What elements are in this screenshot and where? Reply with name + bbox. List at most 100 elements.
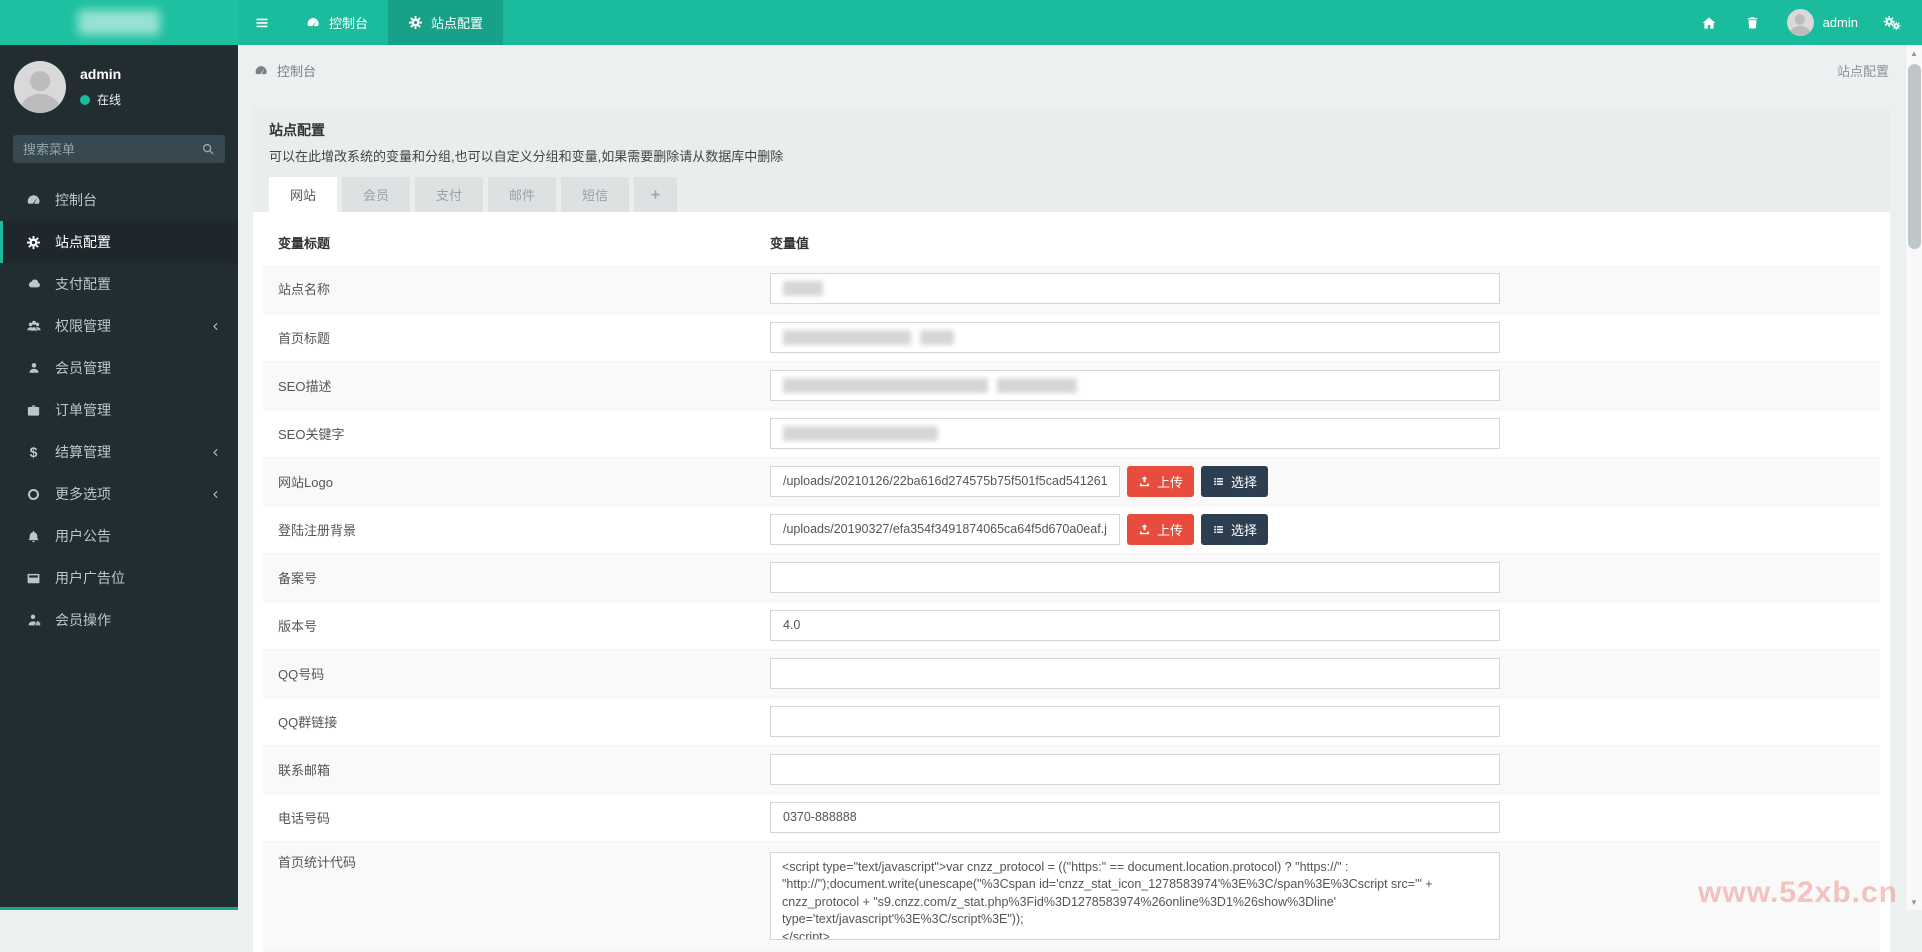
gear-icon [408,15,423,30]
table-row: 站点名称 [263,265,1880,313]
ad-board-icon [24,571,43,586]
tab-email[interactable]: 邮件 [488,177,556,212]
search-icon[interactable] [201,142,215,156]
home-title-input[interactable] [770,322,1500,353]
sidebar-toggle-button[interactable] [238,0,286,45]
tab-sms[interactable]: 短信 [561,177,629,212]
tab-member[interactable]: 会员 [342,177,410,212]
table-row: 电话号码 [263,793,1880,841]
sidebar-item-member-ops[interactable]: 会员操作 [0,599,238,641]
scroll-up-arrow-icon[interactable]: ▲ [1906,45,1922,61]
gear-icon [24,235,43,250]
hamburger-icon [254,15,270,31]
tab-payment[interactable]: 支付 [415,177,483,212]
panel-title: 站点配置 [269,120,1874,140]
row-label: 备案号 [263,553,755,601]
tachometer-icon [254,63,269,78]
sidebar-item-members[interactable]: 会员管理 [0,347,238,389]
tachometer-icon [24,192,43,208]
member-op-icon [24,612,43,628]
sidebar-item-label: 控制台 [55,190,97,210]
scroll-down-arrow-icon[interactable]: ▼ [1906,894,1922,910]
avatar [14,61,66,113]
row-label: SEO关键字 [263,409,755,457]
table-row: 首页统计代码 <script type="text/javascript">va… [263,841,1880,951]
phone-number-input[interactable] [770,802,1500,833]
sidebar-item-label: 结算管理 [55,442,111,462]
qq-group-link-input[interactable] [770,706,1500,737]
redacted-value [783,378,988,393]
sidebar-item-label: 会员管理 [55,358,111,378]
sidebar-user-panel: admin 在线 [0,45,238,123]
sidebar-item-more-options[interactable]: 更多选项 [0,473,238,515]
username-label: admin [1823,15,1858,30]
upload-button[interactable]: 上传 [1127,514,1194,545]
app-logo[interactable] [0,0,238,45]
choose-button[interactable]: 选择 [1201,466,1268,497]
login-background-input[interactable] [770,514,1120,545]
list-icon [1212,523,1225,536]
upload-icon [1138,475,1151,488]
site-name-input[interactable] [770,273,1500,304]
row-label: 站点名称 [263,265,755,313]
breadcrumb: 控制台 站点配置 [238,45,1905,95]
header-tab-label: 站点配置 [431,13,483,32]
sidebar-item-payment-config[interactable]: 支付配置 [0,263,238,305]
seo-keywords-input[interactable] [770,418,1500,449]
panel-body: 变量标题 变量值 站点名称 首页标题 SEO描述 SEO关键字 [253,212,1890,952]
upload-button[interactable]: 上传 [1127,466,1194,497]
sidebar-item-permissions[interactable]: 权限管理 [0,305,238,347]
vertical-scrollbar[interactable]: ▲ ▼ [1905,45,1922,910]
stats-code-textarea[interactable]: <script type="text/javascript">var cnzz_… [770,852,1500,940]
upload-icon [1138,523,1151,536]
breadcrumb-console-link[interactable]: 控制台 [254,61,316,80]
add-group-tab-button[interactable] [634,177,677,212]
icp-number-input[interactable] [770,562,1500,593]
sidebar-item-announcements[interactable]: 用户公告 [0,515,238,557]
row-label: SEO描述 [263,361,755,409]
row-label: 网站Logo [263,457,755,505]
online-status-dot [80,95,90,105]
row-label: QQ号码 [263,649,755,697]
avatar [1787,9,1814,36]
settings-button[interactable] [1870,0,1914,45]
header-tab-console[interactable]: 控制台 [286,0,388,45]
home-button[interactable] [1687,0,1731,45]
table-row: QQ号码 [263,649,1880,697]
menu-search-input[interactable] [23,142,201,157]
sidebar-item-settlement[interactable]: $ 结算管理 [0,431,238,473]
users-icon [24,318,43,334]
sidebar-item-site-config[interactable]: 站点配置 [0,221,238,263]
header-actions: admin [1687,0,1922,45]
sidebar-item-label: 用户广告位 [55,568,125,588]
plus-icon [649,188,662,201]
clear-cache-button[interactable] [1731,0,1775,45]
site-logo-input[interactable] [770,466,1120,497]
sidebar-item-console[interactable]: 控制台 [0,179,238,221]
main-content: 控制台 站点配置 站点配置 可以在此增改系统的变量和分组,也可以自定义分组和变量… [238,45,1905,910]
qq-number-input[interactable] [770,658,1500,689]
sidebar-item-ad-slots[interactable]: 用户广告位 [0,557,238,599]
scrollbar-thumb[interactable] [1908,64,1921,249]
sidebar-search [13,135,225,163]
user-icon [24,361,43,375]
tab-website[interactable]: 网站 [269,177,337,212]
tachometer-icon [306,15,321,30]
redacted-value [783,330,911,345]
redacted-value [997,378,1077,393]
table-row: 联系邮箱 [263,745,1880,793]
sidebar-item-orders[interactable]: 订单管理 [0,389,238,431]
header-tab-site-config[interactable]: 站点配置 [388,0,503,45]
chevron-left-icon [210,321,221,332]
bell-icon [24,529,43,544]
table-row: SEO关键字 [263,409,1880,457]
logo-image-redacted [78,10,160,35]
contact-email-input[interactable] [770,754,1500,785]
choose-button[interactable]: 选择 [1201,514,1268,545]
seo-description-input[interactable] [770,370,1500,401]
sidebar-username: admin [80,66,121,82]
user-menu[interactable]: admin [1775,9,1870,36]
version-input[interactable] [770,610,1500,641]
row-label: 登陆注册背景 [263,505,755,553]
row-label: 首页统计代码 [263,841,755,951]
